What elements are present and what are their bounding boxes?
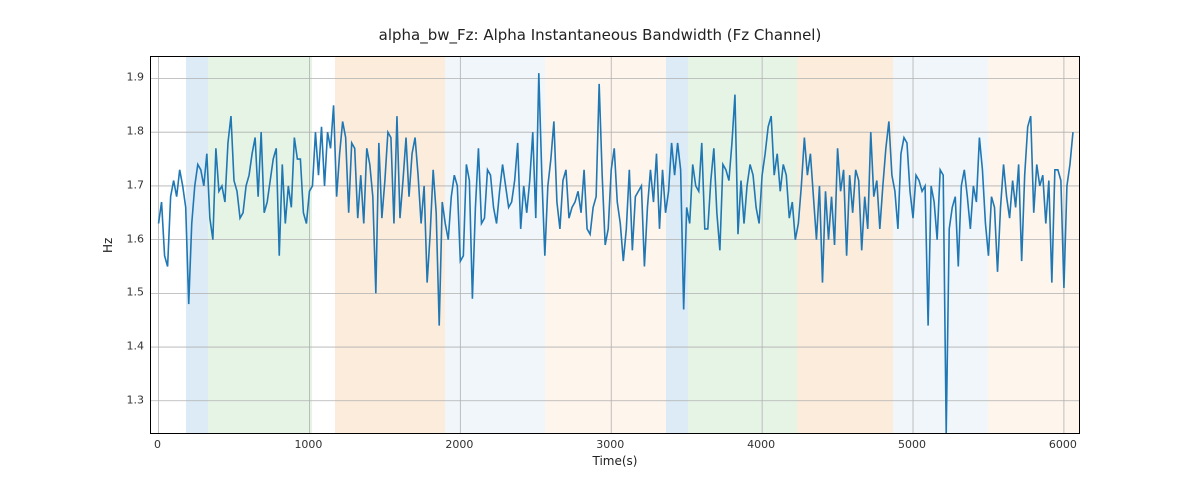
x-tick-label: 5000 [898,438,926,451]
x-tick-label: 0 [154,438,161,451]
grid-lines [151,57,1079,433]
y-tick-label: 1.8 [94,125,144,138]
y-tick-label: 1.9 [94,71,144,84]
x-axis-label: Time(s) [150,454,1080,468]
x-tick-label: 4000 [747,438,775,451]
x-tick-label: 3000 [596,438,624,451]
chart-title: alpha_bw_Fz: Alpha Instantaneous Bandwid… [0,26,1200,44]
plot-svg [151,57,1079,433]
y-tick-label: 1.3 [94,393,144,406]
y-tick-label: 1.7 [94,178,144,191]
chart-figure: alpha_bw_Fz: Alpha Instantaneous Bandwid… [0,0,1200,500]
data-series-line [159,73,1073,433]
x-tick-label: 6000 [1049,438,1077,451]
y-tick-label: 1.4 [94,340,144,353]
y-tick-label: 1.6 [94,232,144,245]
x-tick-label: 2000 [445,438,473,451]
x-tick-label: 1000 [294,438,322,451]
chart-axes [150,56,1080,434]
y-tick-label: 1.5 [94,286,144,299]
